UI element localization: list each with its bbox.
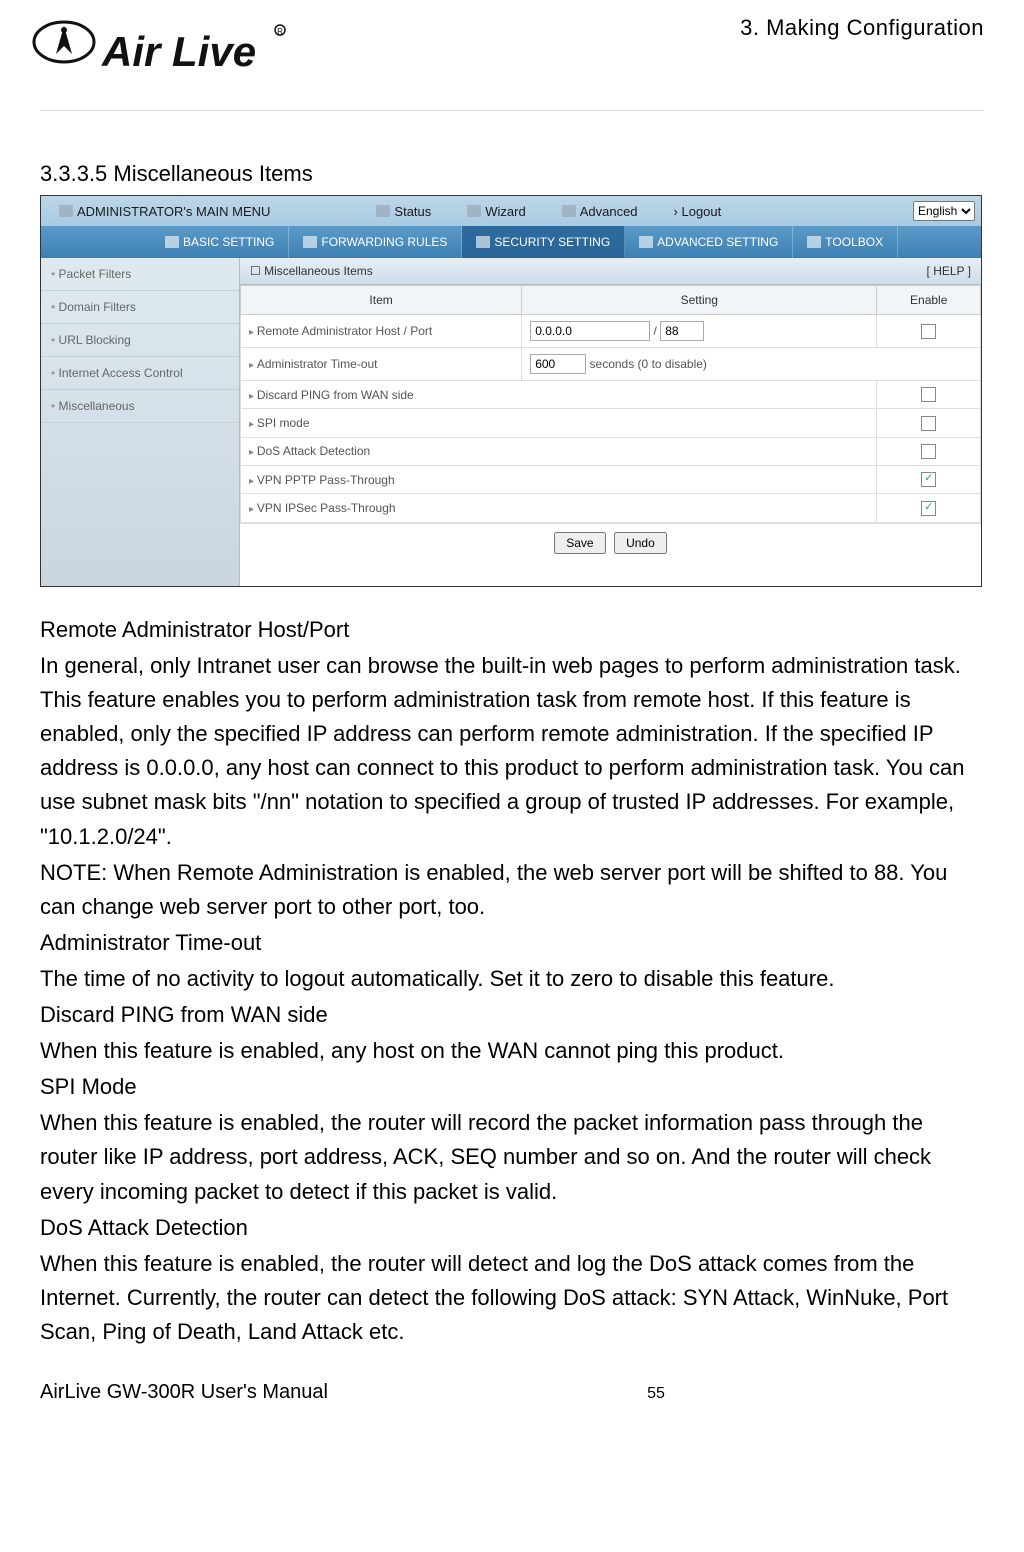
remote-enable-checkbox[interactable] [921,324,936,339]
table-row: Discard PING from WAN side [241,381,981,409]
undo-button[interactable]: Undo [614,532,667,554]
spi-enable-checkbox[interactable] [921,416,936,431]
home-icon [59,205,73,217]
help-link[interactable]: [ HELP ] [927,264,971,278]
col-item: Item [241,286,522,315]
sidebar-item-domain-filters[interactable]: Domain Filters [41,291,239,324]
settings-table: Item Setting Enable Remote Administrator… [240,285,981,523]
heading-dos: DoS Attack Detection [40,1211,984,1245]
para-remote: In general, only Intranet user can brows… [40,649,984,854]
remote-host-input[interactable] [530,321,650,341]
table-row: Remote Administrator Host / Port / [241,315,981,348]
dos-enable-checkbox[interactable] [921,444,936,459]
security-icon [476,236,490,248]
table-row: VPN PPTP Pass-Through [241,465,981,493]
para-ping: When this feature is enabled, any host o… [40,1034,984,1068]
save-button[interactable]: Save [554,532,605,554]
section-title: 3.3.3.5 Miscellaneous Items [40,161,984,187]
sidebar-item-packet-filters[interactable]: Packet Filters [41,258,239,291]
wizard-icon [467,205,481,217]
footer-manual-name: AirLive GW-300R User's Manual [40,1381,328,1404]
tab-security-setting[interactable]: SECURITY SETTING [462,226,625,258]
heading-spi: SPI Mode [40,1070,984,1104]
advanced-icon [562,205,576,217]
tab-advanced-setting[interactable]: ADVANCED SETTING [625,226,793,258]
airlive-logo: Air Live R [30,6,290,99]
panel-title: Miscellaneous Items [264,264,373,278]
ipsec-enable-checkbox[interactable] [921,501,936,516]
basic-icon [165,236,179,248]
sidebar: Packet Filters Domain Filters URL Blocki… [41,258,240,586]
language-select[interactable]: English [913,201,975,221]
para-timeout: The time of no activity to logout automa… [40,962,984,996]
sidebar-item-internet-access[interactable]: Internet Access Control [41,357,239,390]
svg-text:Air Live: Air Live [101,28,256,75]
nav-advanced[interactable]: Advanced [544,204,656,219]
row-timeout-label: Administrator Time-out [241,348,522,381]
row-dos-label: DoS Attack Detection [241,437,877,465]
timeout-suffix: seconds (0 to disable) [590,357,707,371]
col-setting: Setting [522,286,877,315]
nav-logout[interactable]: › Logout [656,204,740,219]
row-pptp-label: VPN PPTP Pass-Through [241,465,877,493]
pptp-enable-checkbox[interactable] [921,472,936,487]
heading-remote: Remote Administrator Host/Port [40,613,984,647]
admin-main-menu-label: ADMINISTRATOR's MAIN MENU [41,204,288,219]
para-dos: When this feature is enabled, the router… [40,1247,984,1349]
table-row: DoS Attack Detection [241,437,981,465]
nav-status[interactable]: Status [358,204,449,219]
table-row: Administrator Time-out seconds (0 to dis… [241,348,981,381]
table-row: SPI mode [241,409,981,437]
forwarding-icon [303,236,317,248]
tab-basic-setting[interactable]: BASIC SETTING [151,226,289,258]
nav-wizard[interactable]: Wizard [449,204,543,219]
toolbox-icon [807,236,821,248]
heading-timeout: Administrator Time-out [40,926,984,960]
sidebar-item-url-blocking[interactable]: URL Blocking [41,324,239,357]
row-spi-label: SPI mode [241,409,877,437]
advanced-setting-icon [639,236,653,248]
heading-ping: Discard PING from WAN side [40,998,984,1032]
timeout-input[interactable] [530,354,586,374]
row-remote-label: Remote Administrator Host / Port [241,315,522,348]
para-spi: When this feature is enabled, the router… [40,1106,984,1208]
col-enable: Enable [877,286,981,315]
sidebar-item-miscellaneous[interactable]: Miscellaneous [41,390,239,423]
table-row: VPN IPSec Pass-Through [241,494,981,522]
row-ipsec-label: VPN IPSec Pass-Through [241,494,877,522]
ping-enable-checkbox[interactable] [921,387,936,402]
page-number: 55 [647,1385,665,1403]
chapter-label: 3. Making Configuration [740,15,984,41]
status-icon [376,205,390,217]
body-text: Remote Administrator Host/Port In genera… [40,613,984,1349]
tab-forwarding-rules[interactable]: FORWARDING RULES [289,226,462,258]
sep: / [654,324,657,338]
para-note: NOTE: When Remote Administration is enab… [40,856,984,924]
svg-text:R: R [277,27,283,36]
config-screenshot: ADMINISTRATOR's MAIN MENU Status Wizard … [40,195,982,587]
remote-port-input[interactable] [660,321,704,341]
tab-toolbox[interactable]: TOOLBOX [793,226,898,258]
row-ping-label: Discard PING from WAN side [241,381,877,409]
